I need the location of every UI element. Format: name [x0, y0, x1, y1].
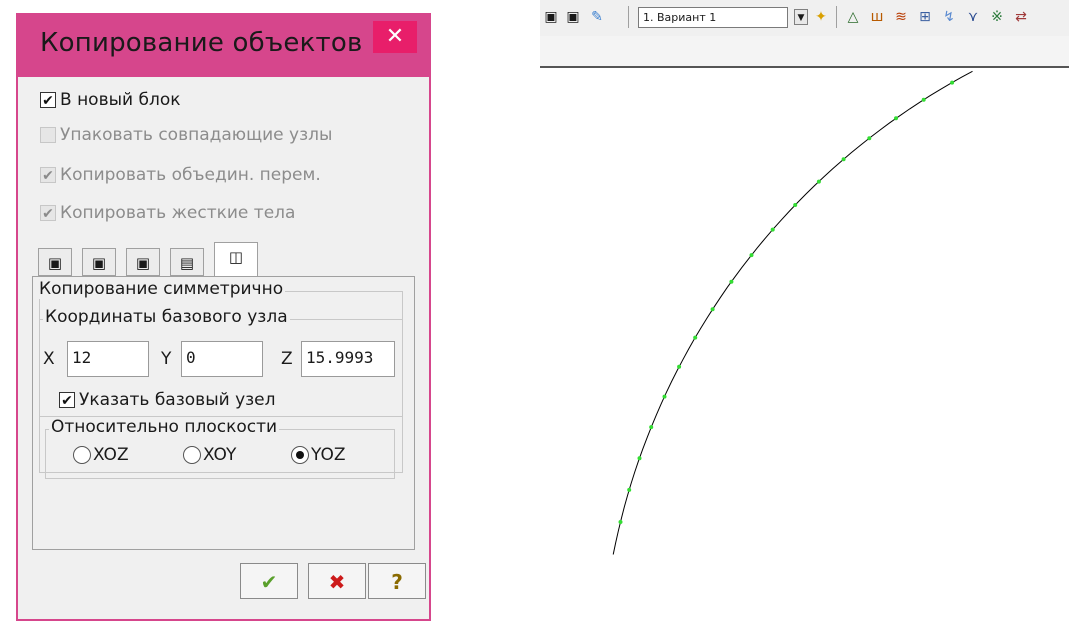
chevron-down-icon[interactable]: ▼ [794, 9, 808, 25]
paste-icon[interactable]: ▣ [564, 8, 582, 26]
node-point[interactable] [662, 394, 667, 399]
pen-icon[interactable]: ✎ [588, 8, 606, 26]
align-icon[interactable]: ⇄ [1012, 8, 1030, 26]
load-variant-combo[interactable]: 1. Вариант 1 [638, 7, 788, 28]
close-button[interactable]: ✕ [373, 21, 417, 53]
node-point[interactable] [618, 520, 623, 524]
option-new-block-label: В новый блок [60, 90, 181, 110]
z-label: Z [281, 349, 293, 369]
main-toolbar: ▣ ▣ ✎ 1. Вариант 1 ▼ ✦ △ ш ≋ ⊞ ↯ ⋎ ※ ⇄ [540, 0, 1069, 36]
copy-mode-tabs: ▣ ▣ ▣ ▤ ◫ [38, 242, 268, 278]
pick-base-node-label: Указать базовый узел [79, 390, 276, 410]
cancel-button[interactable]: ✖ [308, 563, 366, 599]
node-point[interactable] [894, 116, 898, 121]
symmetric-copy-panel: Копирование симметрично Координаты базов… [32, 276, 415, 550]
node-point[interactable] [816, 179, 821, 184]
pick-base-node-option[interactable]: ✔ Указать базовый узел [59, 389, 276, 411]
toolbar-separator [836, 6, 837, 28]
checkbox-pick-base-node[interactable]: ✔ [59, 392, 75, 409]
z-coordinate-field[interactable]: 15.9993 [301, 341, 395, 377]
node-point[interactable] [693, 335, 698, 340]
x-coordinate-field[interactable]: 12 [67, 341, 149, 377]
node-point[interactable] [729, 279, 734, 284]
checkbox-copy-rigid-bodies: ✔ [40, 205, 56, 222]
toolbar-separator [628, 6, 629, 28]
node-point[interactable] [867, 136, 872, 141]
option-copy-rigid-bodies: ✔ Копировать жесткие тела [40, 202, 295, 224]
node-point[interactable] [770, 227, 775, 232]
node-point[interactable] [627, 487, 632, 492]
dialog-body: ✔ В новый блок Упаковать совпадающие узл… [24, 77, 426, 613]
symmetric-group-title: Копирование симметрично [37, 279, 286, 299]
node-point[interactable] [793, 203, 798, 207]
node-point[interactable] [841, 157, 846, 162]
radio-yoz[interactable]: YOZ [291, 445, 345, 465]
option-pack-nodes: Упаковать совпадающие узлы [40, 124, 332, 146]
mesh-icon[interactable]: ※ [988, 8, 1006, 26]
node-point[interactable] [649, 425, 654, 430]
ok-button[interactable]: ✔ [240, 563, 298, 599]
model-canvas[interactable] [540, 68, 1069, 633]
copy-icon[interactable]: ▣ [542, 8, 560, 26]
tab-copy-2-icon[interactable]: ▣ [82, 248, 116, 276]
load-icon[interactable]: ш [868, 8, 886, 26]
node-point[interactable] [749, 253, 754, 258]
toolbar-ruler [540, 36, 1069, 68]
tab-symmetric-icon[interactable]: ◫ [214, 242, 258, 276]
distributed-load-icon[interactable]: ≋ [892, 8, 910, 26]
tab-copy-3-icon[interactable]: ▣ [126, 248, 160, 276]
option-pack-nodes-label: Упаковать совпадающие узлы [60, 125, 333, 145]
tab-copy-1-icon[interactable]: ▣ [38, 248, 72, 276]
radio-yoz-label: YOZ [311, 445, 346, 465]
plane-group-title: Относительно плоскости [49, 417, 280, 437]
copy-objects-dialog: Копирование объектов ✕ ✔ В новый блок Уп… [16, 13, 431, 621]
x-label: X [43, 349, 55, 369]
option-new-block[interactable]: ✔ В новый блок [40, 89, 181, 111]
base-node-title: Координаты базового узла [43, 307, 290, 327]
checkbox-pack-nodes [40, 127, 56, 143]
hinge-icon[interactable]: ↯ [940, 8, 958, 26]
option-copy-rigid-bodies-label: Копировать жесткие тела [60, 203, 296, 223]
radio-yoz-circle[interactable] [291, 446, 309, 464]
help-button[interactable]: ? [368, 563, 426, 599]
axes-icon[interactable]: ⋎ [964, 8, 982, 26]
option-copy-combined-vars: ✔ Копировать объедин. перем. [40, 164, 321, 186]
radio-xoz[interactable]: XOZ [73, 445, 129, 465]
y-label: Y [161, 349, 172, 369]
node-point[interactable] [950, 80, 955, 85]
grid-icon[interactable]: ⊞ [916, 8, 934, 26]
node-point[interactable] [677, 364, 682, 369]
dialog-titlebar[interactable]: Копирование объектов ✕ [18, 15, 429, 77]
node-group [618, 80, 955, 524]
option-copy-combined-vars-label: Копировать объедин. перем. [60, 165, 321, 185]
node-point[interactable] [710, 307, 715, 312]
node-point[interactable] [921, 97, 926, 102]
checkbox-new-block[interactable]: ✔ [40, 92, 56, 109]
tab-copy-4-icon[interactable]: ▤ [170, 248, 204, 276]
y-coordinate-field[interactable]: 0 [181, 341, 263, 377]
node-point[interactable] [637, 456, 642, 461]
radio-xoy-circle[interactable] [183, 446, 201, 464]
arc-element [612, 70, 973, 555]
radio-xoy[interactable]: XOY [183, 445, 236, 465]
radio-xoy-label: XOY [203, 445, 237, 465]
checkbox-copy-combined-vars: ✔ [40, 167, 56, 184]
wand-icon[interactable]: ✦ [812, 8, 830, 26]
radio-xoz-label: XOZ [93, 445, 129, 465]
dialog-title: Копирование объектов [40, 28, 363, 58]
radio-xoz-circle[interactable] [73, 446, 91, 464]
supports-icon[interactable]: △ [844, 8, 862, 26]
